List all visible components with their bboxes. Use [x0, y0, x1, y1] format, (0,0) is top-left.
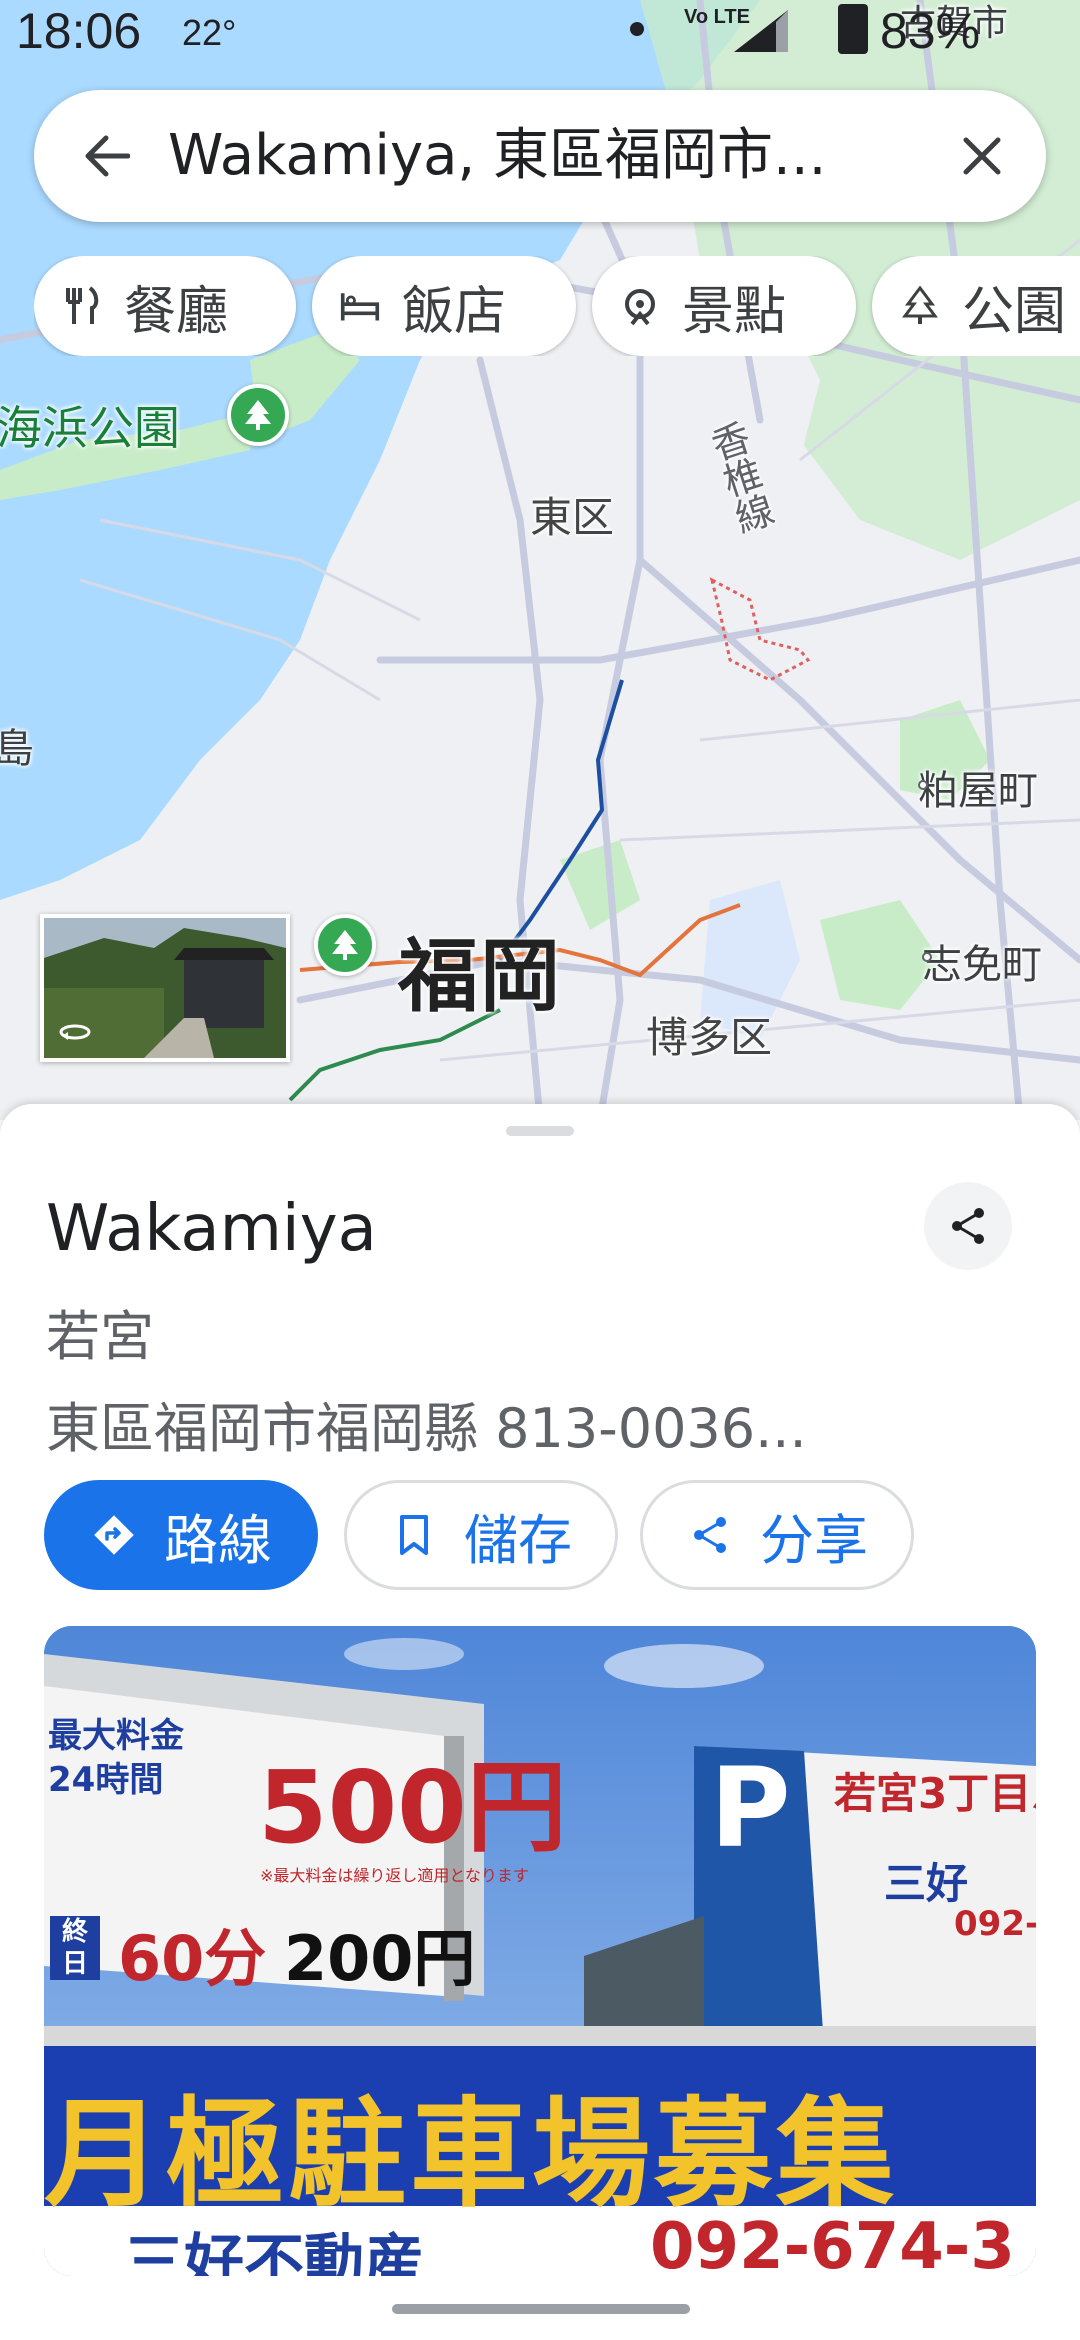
photo-company: 三好: [884, 1859, 969, 1908]
search-bar[interactable]: Wakamiya, 東區福岡市...: [34, 90, 1046, 222]
place-bottom-sheet[interactable]: Wakamiya 若宮 東區福岡市福岡縣 813-0036... 路線 儲存 分…: [0, 1104, 1080, 2340]
map-label-fukuoka: 福岡: [398, 930, 562, 1023]
battery-percent: 83%: [880, 3, 981, 59]
share-button[interactable]: 分享: [640, 1480, 914, 1590]
directions-button[interactable]: 路線: [44, 1480, 318, 1590]
gesture-navigation-bar[interactable]: [392, 2304, 690, 2314]
chip-hotels[interactable]: 飯店: [312, 256, 576, 356]
photo-sign-max-fee: 最大料金 24時間: [48, 1716, 184, 1800]
map-label-left-partial: 島: [0, 726, 34, 772]
directions-icon: [90, 1511, 138, 1559]
park-pin-icon[interactable]: [227, 384, 289, 446]
restaurant-icon: [62, 286, 102, 326]
photo-fine-print: ※最大料金は繰り返し適用となります: [260, 1866, 529, 1885]
search-input[interactable]: Wakamiya, 東區福岡市...: [168, 116, 928, 196]
place-address: 東區福岡市福岡縣 813-0036...: [46, 1397, 807, 1460]
photo-minutes: 60分: [118, 1922, 267, 1995]
photo-bottom-company: 三好不動産: [124, 2228, 424, 2276]
share-icon: [952, 1208, 984, 1244]
street-view-thumbnail[interactable]: [40, 914, 290, 1062]
status-time: 18:06: [16, 3, 142, 59]
photo-all-day: 終日: [50, 1916, 100, 1980]
signal-icon: [734, 10, 788, 52]
close-icon[interactable]: [946, 120, 1018, 192]
town-dot-icon: [922, 952, 932, 962]
park-pin-icon[interactable]: [314, 914, 376, 976]
save-label: 儲存: [464, 1508, 572, 1572]
photo-phone-partial: 092-6: [954, 1904, 1036, 1944]
map-label-higashi-ku: 東区: [530, 493, 615, 542]
photo-parking-letter: P: [710, 1744, 791, 1872]
chip-attractions[interactable]: 景點: [592, 256, 856, 356]
chip-parks[interactable]: 公園: [872, 256, 1080, 356]
chip-label: 公園: [962, 281, 1067, 342]
photo-parking-name: 若宮3丁目パー: [834, 1769, 1036, 1818]
back-arrow-icon[interactable]: [70, 120, 142, 192]
chip-restaurants[interactable]: 餐廳: [34, 256, 296, 356]
notification-dot-icon: [630, 22, 644, 36]
directions-label: 路線: [164, 1508, 272, 1572]
status-bar: 18:06 22° Vo LTE 83%: [0, 0, 1080, 60]
share-icon-button[interactable]: [924, 1182, 1012, 1270]
photo-bottom-phone: 092-674-3: [650, 2210, 1015, 2276]
map-label-shime: 志免町: [922, 942, 1042, 988]
battery-icon: [838, 4, 868, 54]
hotel-icon: [340, 286, 380, 326]
town-dot-icon: [918, 780, 928, 790]
save-button[interactable]: 儲存: [344, 1480, 618, 1590]
status-temperature: 22°: [182, 12, 237, 53]
chip-label: 餐廳: [124, 281, 229, 342]
place-native-name: 若宮: [46, 1305, 154, 1368]
drag-handle[interactable]: [506, 1126, 574, 1136]
category-chips: 餐廳 飯店 景點 公園: [34, 256, 1080, 356]
photo-price-sub: 200円: [284, 1922, 476, 1995]
photo-price-main: 500円: [258, 1749, 567, 1866]
map-label-seaside-park: 海浜公園: [0, 401, 180, 455]
map-label-hakata-ku: 博多区: [646, 1013, 773, 1062]
photo-banner: 月極駐車場募集: [44, 2085, 899, 2223]
map-label-kasuya: 粕屋町: [918, 768, 1038, 814]
attraction-icon: [620, 286, 660, 326]
place-photo[interactable]: 最大料金 24時間 500円 ※最大料金は繰り返し適用となります 終日 60分 …: [44, 1626, 1036, 2276]
chip-label: 飯店: [402, 281, 507, 342]
share-label: 分享: [760, 1508, 868, 1572]
place-title: Wakamiya: [46, 1192, 377, 1266]
bookmark-icon: [390, 1511, 438, 1559]
share-icon: [686, 1511, 734, 1559]
360-icon: [59, 1024, 91, 1040]
park-icon: [900, 286, 940, 326]
chip-label: 景點: [682, 281, 787, 342]
